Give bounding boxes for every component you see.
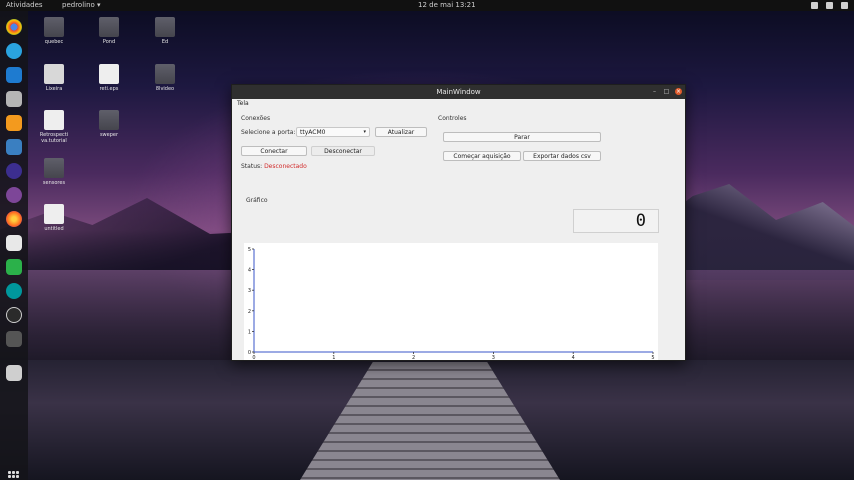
main-window[interactable]: MainWindow – □ × Tela Conexões Selecione… — [231, 84, 686, 361]
x-tick-label: 4 — [572, 355, 575, 360]
x-tick-label: 2 — [412, 355, 415, 360]
status-value: Desconectado — [264, 163, 307, 170]
desktop-icon-label: Ed — [161, 39, 169, 45]
status-label: Status: — [241, 163, 263, 170]
y-tick-label: 5 — [248, 247, 251, 253]
folder-icon — [44, 17, 64, 37]
close-icon[interactable]: × — [675, 88, 682, 95]
desktop-icon[interactable]: reti.eps — [89, 64, 129, 92]
window-controls: – □ × — [651, 88, 682, 95]
y-tick-label: 1 — [248, 329, 251, 335]
drive-icon[interactable] — [6, 365, 22, 381]
desktop-icon-label: untitled — [44, 226, 64, 232]
connect-button[interactable]: Conectar — [241, 146, 307, 156]
files-icon[interactable] — [6, 91, 22, 107]
plot-svg: 0 1 2 3 4 5 0 1 2 3 4 5 — [248, 247, 655, 360]
minimize-icon[interactable]: – — [651, 88, 658, 95]
x-tick-label: 3 — [492, 355, 495, 360]
x-tick-label: 0 — [252, 355, 255, 360]
activities-button[interactable]: Atividades — [6, 0, 43, 11]
port-label: Selecione a porta: — [241, 129, 296, 136]
menu-tela[interactable]: Tela — [237, 100, 249, 107]
start-acquisition-button[interactable]: Começar aquisição — [443, 151, 521, 161]
status-row: Status: Desconectado — [241, 163, 307, 170]
refresh-button[interactable]: Atualizar — [375, 127, 427, 137]
desktop-icon-label: quebec — [44, 39, 64, 45]
desktop-icon[interactable]: untitled — [34, 204, 74, 232]
desktop-icon[interactable]: Retrospecti va.tutorial — [34, 110, 74, 144]
qt-app-icon[interactable] — [6, 331, 22, 347]
menu-bar: Tela — [232, 99, 685, 109]
stop-button[interactable]: Parar — [443, 132, 601, 142]
app-menu[interactable]: pedrolino ▾ — [62, 0, 101, 11]
show-apps-icon[interactable] — [8, 471, 20, 480]
folder-icon — [155, 17, 175, 37]
power-icon[interactable] — [841, 2, 848, 9]
tor-icon[interactable] — [6, 187, 22, 203]
terminal-icon[interactable] — [6, 259, 22, 275]
vscode-icon[interactable] — [6, 67, 22, 83]
maximize-icon[interactable]: □ — [663, 88, 670, 95]
export-csv-button[interactable]: Exportar dados csv — [523, 151, 601, 161]
desktop-icon-label: sensores — [42, 180, 66, 186]
telegram-icon[interactable] — [6, 43, 22, 59]
folder-icon — [44, 158, 64, 178]
plot-area[interactable]: 0 1 2 3 4 5 0 1 2 3 4 5 — [244, 243, 658, 360]
window-titlebar[interactable]: MainWindow – □ × — [232, 85, 685, 99]
port-select[interactable]: ttyACM0 ▾ — [296, 127, 370, 137]
chrome-icon[interactable] — [6, 19, 22, 35]
file-icon — [99, 64, 119, 84]
desktop-icon-label: Lixeira — [45, 86, 63, 92]
controls-title: Controles — [438, 115, 467, 122]
volume-icon[interactable] — [826, 2, 833, 9]
arduino-icon[interactable] — [6, 283, 22, 299]
desktop-icon[interactable]: Lixeira — [34, 64, 74, 92]
y-tick-label: 0 — [248, 350, 251, 356]
folder-icon — [99, 110, 119, 130]
desktop-icon-label: Retrospecti va.tutorial — [39, 132, 69, 144]
desktop-icon-label: 8lvideo — [155, 86, 175, 92]
window-title: MainWindow — [436, 88, 481, 96]
y-tick-label: 2 — [248, 309, 251, 315]
x-tick-label: 5 — [651, 355, 654, 360]
folder-icon — [155, 64, 175, 84]
desktop-icon[interactable]: sensores — [34, 158, 74, 186]
desktop-icon[interactable]: Pond — [89, 17, 129, 45]
desktop-icon[interactable]: quebec — [34, 17, 74, 45]
firefox-icon[interactable] — [6, 211, 22, 227]
y-tick-label: 4 — [248, 268, 251, 274]
document-icon — [44, 110, 64, 130]
chevron-down-icon: ▾ — [363, 129, 366, 135]
document-icon — [44, 204, 64, 224]
window-content: Conexões Selecione a porta: ttyACM0 ▾ At… — [232, 109, 687, 362]
network-icon[interactable] — [811, 2, 818, 9]
obs-icon[interactable] — [6, 307, 22, 323]
trash-icon — [44, 64, 64, 84]
desktop-icon[interactable]: sweper — [89, 110, 129, 138]
desktop-icon[interactable]: 8lvideo — [145, 64, 185, 92]
desktop-icon[interactable]: Ed — [145, 17, 185, 45]
x-tick-label: 1 — [332, 355, 335, 360]
dock — [0, 11, 28, 480]
eclipse-icon[interactable] — [6, 163, 22, 179]
wallpaper-dock — [300, 362, 560, 480]
folder-icon — [99, 17, 119, 37]
port-select-value: ttyACM0 — [300, 129, 326, 136]
desktop-icon-label: Pond — [102, 39, 116, 45]
image-viewer-icon[interactable] — [6, 139, 22, 155]
graph-label: Gráfico — [246, 197, 268, 204]
lcd-display: 0 — [573, 209, 659, 233]
desktop-icon-label: sweper — [99, 132, 119, 138]
clock[interactable]: 12 de mai 13:21 — [418, 0, 476, 11]
sublime-icon[interactable] — [6, 115, 22, 131]
desktop-icon-label: reti.eps — [99, 86, 119, 92]
top-bar: Atividades pedrolino ▾ 12 de mai 13:21 — [0, 0, 854, 11]
system-tray[interactable] — [811, 0, 848, 9]
vivaldi-icon[interactable] — [6, 235, 22, 251]
disconnect-button[interactable]: Desconectar — [311, 146, 375, 156]
connections-title: Conexões — [241, 115, 271, 122]
y-tick-label: 3 — [248, 288, 251, 294]
